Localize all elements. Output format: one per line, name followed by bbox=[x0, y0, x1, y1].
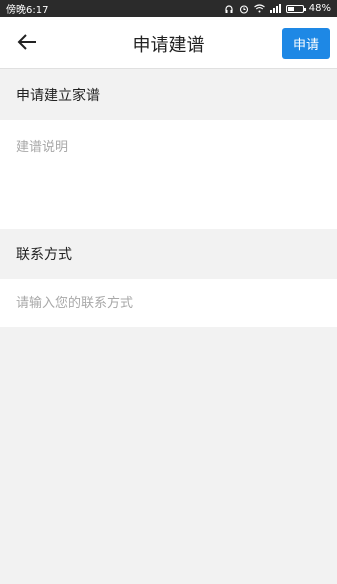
contact-field[interactable] bbox=[0, 279, 337, 327]
description-field[interactable] bbox=[0, 120, 337, 229]
description-textarea[interactable] bbox=[0, 120, 337, 229]
apply-button[interactable]: 申请 bbox=[282, 28, 330, 59]
battery-icon bbox=[285, 4, 306, 13]
battery-level bbox=[287, 6, 295, 11]
wifi-icon bbox=[253, 4, 265, 13]
status-bar: 傍晚6:17 48% bbox=[0, 0, 337, 17]
section-header-contact: 联系方式 bbox=[0, 229, 337, 279]
headset-icon bbox=[225, 4, 233, 13]
section-header-family-tree: 申请建立家谱 bbox=[0, 70, 337, 120]
contact-input[interactable] bbox=[0, 279, 337, 327]
signal-icon bbox=[269, 4, 281, 13]
battery-percent: 48% bbox=[308, 3, 331, 14]
status-icons: 48% bbox=[224, 3, 331, 14]
status-time: 傍晚6:17 bbox=[6, 5, 49, 16]
alarm-icon bbox=[239, 4, 248, 14]
app-bar: 申请建谱 申请 bbox=[0, 17, 337, 69]
